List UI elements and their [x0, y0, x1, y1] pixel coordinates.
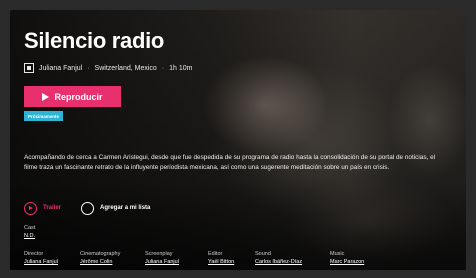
credit-director: Director Juliana Fanjul — [24, 250, 80, 266]
square-icon — [24, 63, 34, 73]
cast-section: Cast N.D. — [24, 224, 35, 240]
meta-separator: · — [161, 64, 165, 72]
trailer-button[interactable]: Trailer — [24, 201, 62, 215]
credit-music: Music Marc Parazon — [330, 250, 390, 266]
movie-countries: Switzerland, Mexico — [94, 64, 157, 72]
credit-label: Cinematography — [80, 251, 121, 257]
credit-label: Screenplay — [145, 251, 173, 257]
credit-label: Sound — [255, 251, 271, 257]
coming-soon-badge: Próximamente — [24, 111, 64, 121]
credit-value[interactable]: Carlos Ibáñez-Díaz — [255, 258, 330, 266]
credit-value[interactable]: Marc Parazon — [330, 258, 390, 266]
play-button-label: Reproducir — [54, 91, 103, 102]
add-to-list-button[interactable]: Agregar a mi lista — [81, 201, 151, 215]
credit-cinematography: Cinematography Jérôme Colin — [80, 250, 145, 266]
movie-synopsis: Acompañando de cerca a Carmen Aristegui,… — [24, 154, 436, 171]
credit-label: Director — [24, 251, 44, 257]
credit-value[interactable]: Yaël Bitton — [208, 258, 255, 266]
hero-content: Silencio radio Juliana Fanjul · Switzerl… — [10, 10, 466, 270]
credit-screenplay: Screenplay Juliana Fanjul — [145, 250, 208, 266]
credit-value[interactable]: Juliana Fanjul — [145, 258, 208, 266]
movie-meta: Juliana Fanjul · Switzerland, Mexico · 1… — [24, 62, 193, 74]
credit-label: Music — [330, 251, 345, 257]
director-name: Juliana Fanjul — [39, 64, 83, 72]
movie-duration: 1h 10m — [169, 64, 193, 72]
movie-actions: Trailer Agregar a mi lista — [24, 201, 150, 215]
cast-value: N.D. — [24, 233, 35, 239]
cast-label: Cast — [24, 225, 36, 231]
meta-separator: · — [87, 64, 90, 72]
play-circle-icon — [24, 201, 37, 215]
movie-hero: Silencio radio Juliana Fanjul · Switzerl… — [10, 10, 466, 270]
credit-editor: Editor Yaël Bitton — [208, 250, 255, 266]
credit-value[interactable]: Juliana Fanjul — [24, 258, 80, 266]
credit-sound: Sound Carlos Ibáñez-Díaz — [255, 250, 330, 266]
trailer-label: Trailer — [43, 205, 62, 211]
play-icon — [42, 92, 50, 101]
credits-row: Director Juliana Fanjul Cinematography J… — [24, 250, 390, 266]
movie-title: Silencio radio — [24, 28, 165, 53]
circle-icon — [81, 201, 95, 215]
play-button[interactable]: Reproducir — [24, 86, 121, 107]
credit-label: Editor — [208, 251, 223, 257]
add-to-list-label: Agregar a mi lista — [100, 205, 151, 211]
credit-value[interactable]: Jérôme Colin — [80, 258, 145, 266]
